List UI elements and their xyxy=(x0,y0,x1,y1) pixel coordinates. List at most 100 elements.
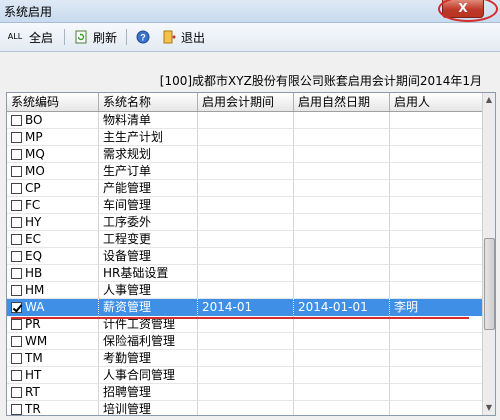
cell-name: 物料清单 xyxy=(99,112,198,129)
annotation-underline xyxy=(11,317,469,319)
vertical-scrollbar[interactable]: ▲ ▼ xyxy=(482,93,495,415)
cell-name: 培训管理 xyxy=(99,401,198,415)
title-bar: 系统启用 X xyxy=(0,0,500,23)
enable-checkbox[interactable] xyxy=(11,217,22,228)
cell-code: RT xyxy=(7,384,99,401)
select-all-button[interactable]: ALL 全启 xyxy=(6,28,53,46)
enable-checkbox[interactable] xyxy=(11,251,22,262)
enable-checkbox[interactable] xyxy=(11,319,22,330)
column-header-user[interactable]: 启用人 xyxy=(390,93,483,111)
system-code: FC xyxy=(25,198,41,212)
table-row[interactable]: WA 薪资管理 2014-01 2014-01-01 李明 xyxy=(7,299,483,316)
enable-checkbox[interactable] xyxy=(11,370,22,381)
scroll-thumb[interactable] xyxy=(484,238,495,330)
cell-date xyxy=(294,401,390,415)
cell-user xyxy=(390,180,483,197)
table-row[interactable]: BO 物料清单 xyxy=(7,112,483,129)
cell-name: HR基础设置 xyxy=(99,265,198,282)
cell-user xyxy=(390,333,483,350)
enable-checkbox[interactable] xyxy=(11,404,22,415)
cell-name: 保险福利管理 xyxy=(99,333,198,350)
exit-button[interactable]: 退出 xyxy=(162,28,205,46)
cell-period xyxy=(198,350,294,367)
cell-user xyxy=(390,129,483,146)
table-row[interactable]: EQ 设备管理 xyxy=(7,248,483,265)
table-row[interactable]: TR 培训管理 xyxy=(7,401,483,415)
cell-date xyxy=(294,350,390,367)
cell-date xyxy=(294,163,390,180)
table-row[interactable]: TM 考勤管理 xyxy=(7,350,483,367)
system-grid: 系统编码 系统名称 启用会计期间 启用自然日期 启用人 BO 物料清单 MP 主生产计… xyxy=(6,92,496,416)
cell-date xyxy=(294,112,390,129)
enable-checkbox[interactable] xyxy=(11,115,22,126)
cell-date xyxy=(294,214,390,231)
enable-checkbox[interactable] xyxy=(11,166,22,177)
cell-name: 薪资管理 xyxy=(99,299,198,316)
cell-period xyxy=(198,146,294,163)
column-header-name[interactable]: 系统名称 xyxy=(99,93,198,111)
cell-name: 设备管理 xyxy=(99,248,198,265)
enable-checkbox[interactable] xyxy=(11,285,22,296)
table-row[interactable]: CP 产能管理 xyxy=(7,180,483,197)
enable-checkbox[interactable] xyxy=(11,149,22,160)
cell-user xyxy=(390,231,483,248)
scroll-up-icon[interactable]: ▲ xyxy=(483,93,495,107)
system-code: HT xyxy=(25,368,42,382)
table-row[interactable]: FC 车间管理 xyxy=(7,197,483,214)
table-row[interactable]: HT 人事合同管理 xyxy=(7,367,483,384)
account-info: [100]成都市XYZ股份有限公司账套启用会计期间2014年1月 xyxy=(159,74,482,88)
cell-code: EQ xyxy=(7,248,99,265)
enable-checkbox[interactable] xyxy=(11,200,22,211)
enable-checkbox[interactable] xyxy=(11,183,22,194)
cell-name: 工序委外 xyxy=(99,214,198,231)
table-row[interactable]: EC 工程变更 xyxy=(7,231,483,248)
cell-user xyxy=(390,214,483,231)
cell-date xyxy=(294,384,390,401)
table-row[interactable]: MO 生产订单 xyxy=(7,163,483,180)
cell-user xyxy=(390,282,483,299)
cell-name: 生产订单 xyxy=(99,163,198,180)
enable-checkbox[interactable] xyxy=(11,234,22,245)
cell-period xyxy=(198,401,294,415)
exit-label: 退出 xyxy=(181,30,206,45)
cell-period xyxy=(198,384,294,401)
cell-user xyxy=(390,367,483,384)
cell-name: 人事管理 xyxy=(99,282,198,299)
cell-user xyxy=(390,248,483,265)
cell-name: 人事合同管理 xyxy=(99,367,198,384)
enable-checkbox[interactable] xyxy=(11,336,22,347)
cell-user xyxy=(390,401,483,415)
grid-header: 系统编码 系统名称 启用会计期间 启用自然日期 启用人 xyxy=(7,93,483,112)
cell-period: 2014-01 xyxy=(198,299,294,316)
close-button[interactable]: X xyxy=(442,0,484,18)
cell-code: FC xyxy=(7,197,99,214)
system-code: PR xyxy=(25,317,41,331)
table-row[interactable]: HB HR基础设置 xyxy=(7,265,483,282)
refresh-button[interactable]: 刷新 xyxy=(74,28,117,46)
cell-code: MO xyxy=(7,163,99,180)
cell-user xyxy=(390,163,483,180)
cell-date xyxy=(294,197,390,214)
enable-checkbox[interactable] xyxy=(11,353,22,364)
column-header-period[interactable]: 启用会计期间 xyxy=(198,93,294,111)
table-row[interactable]: HM 人事管理 xyxy=(7,282,483,299)
enable-checkbox[interactable] xyxy=(11,387,22,398)
system-code: BO xyxy=(25,113,43,127)
system-code: EC xyxy=(25,232,41,246)
table-row[interactable]: WM 保险福利管理 xyxy=(7,333,483,350)
enable-checkbox[interactable] xyxy=(11,132,22,143)
system-code: EQ xyxy=(25,249,43,263)
table-row[interactable]: RT 招聘管理 xyxy=(7,384,483,401)
system-code: HM xyxy=(25,283,45,297)
help-button[interactable]: ? xyxy=(136,28,155,46)
cell-period xyxy=(198,197,294,214)
column-header-code[interactable]: 系统编码 xyxy=(7,93,99,111)
table-row[interactable]: MQ 需求规划 xyxy=(7,146,483,163)
enable-checkbox[interactable] xyxy=(11,302,22,313)
column-header-date[interactable]: 启用自然日期 xyxy=(294,93,390,111)
table-row[interactable]: HY 工序委外 xyxy=(7,214,483,231)
table-row[interactable]: MP 主生产计划 xyxy=(7,129,483,146)
cell-user xyxy=(390,112,483,129)
enable-checkbox[interactable] xyxy=(11,268,22,279)
scroll-down-icon[interactable]: ▼ xyxy=(483,401,495,415)
